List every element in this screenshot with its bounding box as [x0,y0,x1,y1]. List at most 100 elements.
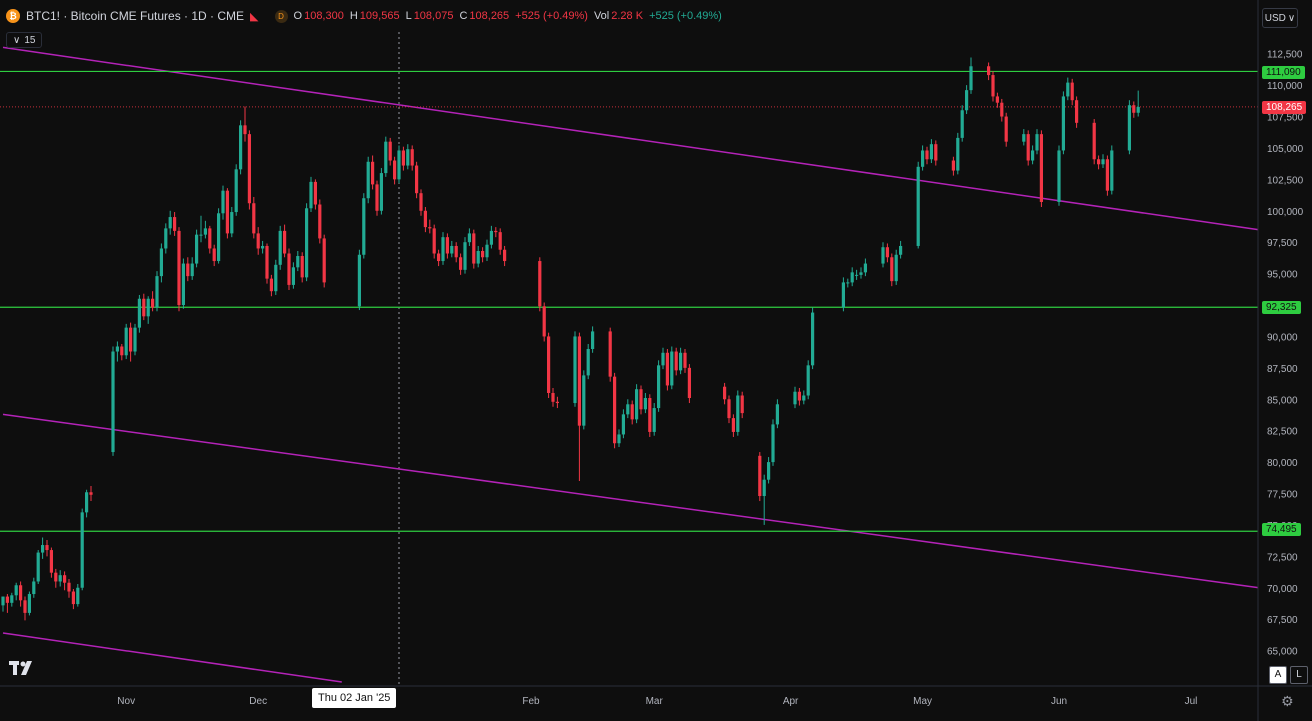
candle-body-down [503,249,507,262]
candle-body-up [450,245,454,254]
candle-body-up [32,581,36,595]
candle-body-up [1066,82,1070,97]
candle-body-up [661,352,665,366]
candle-body-up [115,346,119,352]
candle-body-down [454,245,458,258]
candle-body-down [410,149,414,166]
candle-body-up [811,312,815,366]
candle-body-up [806,365,810,396]
candle-body-up [489,230,493,245]
candle-body-up [80,512,84,588]
candle-body-up [846,282,850,284]
current-price-tag[interactable]: 108,265 [1262,101,1307,114]
candle-body-up [591,331,595,350]
price-tick-label: 90,000 [1267,332,1298,343]
indicator-toggle[interactable]: ∨ 15 [6,32,43,48]
candle-body-down [243,125,247,135]
candle-body-down [142,298,146,317]
price-tick-label: 82,500 [1267,427,1298,438]
candle-body-up [1127,105,1131,151]
candle-body-up [397,150,401,180]
candle-body-up [1136,106,1140,113]
trend-lines[interactable] [0,46,1259,683]
candle-body-down [542,306,546,337]
price-tick-label: 77,500 [1267,490,1298,501]
delayed-data-badge[interactable]: D [274,9,288,23]
candle-body-up [305,208,309,278]
currency-select[interactable]: USD ∨ [1262,8,1298,28]
candle-body-up [1031,150,1035,161]
candle-body-down [1004,116,1008,142]
candle-body-down [723,386,727,400]
bitcoin-logo-icon[interactable]: ₿ [6,9,20,23]
level-tag-92325[interactable]: 92,325 [1262,301,1301,314]
candle-body-down [1105,159,1109,191]
symbol-title[interactable]: BTC1! · Bitcoin CME Futures · 1D · CME [26,9,244,23]
level-tag-74495[interactable]: 74,495 [1262,523,1301,536]
price-tick-label: 70,000 [1267,584,1298,595]
ohlc-values: O 108,300 H 109,565 L 108,075 C 108,265 +525… [294,10,722,22]
candle-body-up [467,233,471,243]
candle-body-down [608,331,612,377]
candle-body-down [322,238,326,283]
flag-icon[interactable]: ◣ [250,10,258,23]
candle-body-down [54,572,58,582]
price-chart[interactable]: 112,500 110,000 107,500 105,000 102,500 100,0… [0,0,1312,721]
channel-line[interactable] [2,632,342,683]
candle-body-down [371,161,375,185]
tradingview-logo-icon[interactable] [9,659,39,680]
candle-body-up [181,263,185,306]
candle-body-up [58,575,62,582]
candle-body-up [1035,134,1039,151]
candle-body-up [1057,150,1061,202]
candle-body-down [987,66,991,76]
candle-body-up [863,263,867,273]
candle-body-up [36,552,40,582]
candle-body-down [432,228,436,254]
candle-body-up [168,217,172,229]
level-tag-111090[interactable]: 111,090 [1262,66,1305,79]
close-value: 108,265 [469,10,510,22]
candle-body-down [375,184,379,211]
price-tick-label: 97,500 [1267,238,1298,249]
candle-body-up [441,237,445,262]
candle-body-up [137,298,141,328]
candle-body-up [124,327,128,356]
candle-body-up [41,545,45,553]
channel-line[interactable] [2,413,1259,589]
candle-body-up [850,272,854,283]
candle-body-down [683,352,687,368]
candle-body-up [736,395,740,432]
candle-body-down [630,404,634,420]
log-scale-button[interactable]: L [1290,666,1308,684]
candle-body-down [1039,134,1043,202]
candle-body-down [19,585,23,601]
channel-line[interactable] [2,46,1259,231]
price-tick-label: 72,500 [1267,552,1298,563]
time-tick-label: Feb [522,696,540,707]
candle-body-up [234,169,238,213]
indicator-count: 15 [24,34,36,46]
candle-body-up [960,110,964,138]
candle-body-down [120,346,124,356]
candle-body-down [252,203,256,234]
candle-body-up [670,351,674,386]
candle-body-up [366,161,370,199]
high-label: H [349,10,358,22]
auto-scale-button[interactable]: A [1269,666,1287,684]
candle-body-up [855,274,859,276]
price-tick-label: 87,500 [1267,364,1298,375]
candle-body-down [665,352,669,386]
candle-body-up [14,585,18,596]
candle-body-up [929,144,933,160]
time-axis[interactable]: Nov Dec Feb Mar Apr May Jun Jul [0,685,1312,707]
candle-body-up [626,404,630,415]
candle-body-up [965,90,969,111]
candle-body-down [951,160,955,171]
candle-body-down [1075,100,1079,123]
candle-body-down [247,134,251,204]
candle-body-down [740,395,744,414]
gear-icon[interactable]: ⚙ [1281,693,1294,710]
symbol-header: ₿ BTC1! · Bitcoin CME Futures · 1D · CME… [0,0,1264,32]
candle-body-down [419,193,423,211]
